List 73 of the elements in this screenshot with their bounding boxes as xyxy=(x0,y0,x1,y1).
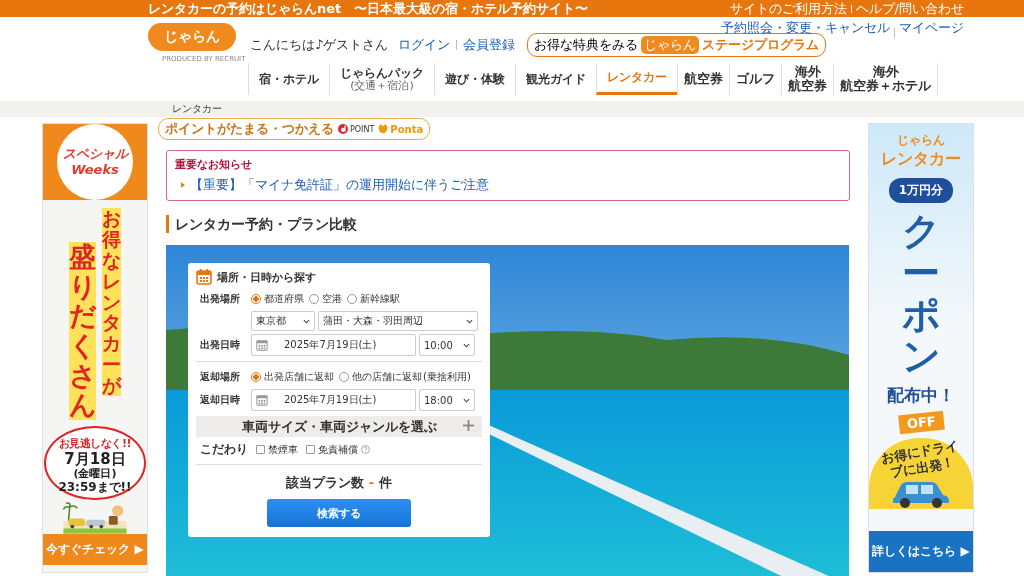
calendar-icon xyxy=(256,394,268,406)
calendar-icon xyxy=(196,269,212,285)
banner-slogan: お得にドライブに出発！ xyxy=(878,436,961,483)
checkbox-label[interactable]: 禁煙車 xyxy=(268,442,298,457)
date-field[interactable]: 2025年7月19日(土) xyxy=(251,334,416,356)
points-badge[interactable]: ポイントがたまる・つかえる POINT Ponta xyxy=(158,118,431,140)
time-select[interactable]: 18:00 xyxy=(419,389,475,411)
site-tagline: レンタカーの予約はじゃらんnet 〜日本最大級の宿・ホテル予約サイト〜 xyxy=(148,0,589,18)
prefecture-select[interactable]: 東京都 xyxy=(251,311,315,331)
page-title: レンタカー予約・プラン比較 xyxy=(166,215,850,233)
caret-icon xyxy=(303,318,310,324)
caret-icon xyxy=(463,342,470,348)
panel-title: 場所・日時から探す xyxy=(217,269,316,285)
campaign-logo: スペシャル Weeks xyxy=(57,124,133,200)
notice-title: 重要なお知らせ xyxy=(175,157,253,172)
banner-headline: クーポン xyxy=(902,211,940,379)
d-logo-icon xyxy=(338,124,348,134)
nav-tab[interactable]: ゴルフ xyxy=(729,63,781,95)
checkbox-label[interactable]: 免責補償 xyxy=(318,442,358,457)
radio-label[interactable]: 出発店舗に返却 xyxy=(264,369,334,384)
notice-link[interactable]: 【重要】「マイナ免許証」の運用開始に伴うご注意 xyxy=(190,176,489,194)
caret-icon xyxy=(463,397,470,403)
radio-label[interactable]: 都道府県 xyxy=(264,291,304,306)
account-link[interactable]: マイページ xyxy=(899,19,964,37)
nav-tab[interactable]: 航空券 xyxy=(677,63,729,95)
car-icon xyxy=(890,479,952,510)
field-label: 返却日時 xyxy=(199,393,241,407)
off-ticket: OFF xyxy=(897,410,945,435)
option-note: (乗捨利用) xyxy=(423,369,471,384)
account-link[interactable]: 会員登録 xyxy=(463,36,516,54)
search-button[interactable]: 検索する xyxy=(267,499,411,527)
radio-button[interactable] xyxy=(251,293,261,304)
cat-face-icon xyxy=(378,124,389,134)
checkbox[interactable] xyxy=(306,445,315,454)
nav-tab[interactable]: 海外 航空券 xyxy=(781,63,833,95)
radio-label[interactable]: 新幹線駅 xyxy=(360,291,400,306)
nav-tab[interactable]: 遊び・体験 xyxy=(434,63,515,95)
triangle-icon xyxy=(181,182,185,188)
banner-headline: お得なレンタカーが xyxy=(102,208,121,396)
breadcrumb-link[interactable]: レンタカー xyxy=(172,102,222,116)
nav-tab[interactable]: 宿・ホテル xyxy=(248,63,329,95)
nav-tab[interactable]: 海外 航空券＋ホテル xyxy=(833,63,938,95)
greeting-text: こんにちは♪ゲストさん xyxy=(250,36,389,54)
plan-count: 該当プラン数 - 件 xyxy=(286,474,392,492)
caret-icon xyxy=(466,318,473,324)
calendar-icon xyxy=(256,339,268,351)
area-select[interactable]: 蒲田・大森・羽田周辺 xyxy=(318,311,478,331)
details-button[interactable]: 詳しくはこちら ▶ xyxy=(869,531,973,572)
field-label: 出発日時 xyxy=(199,338,241,352)
radio-button[interactable] xyxy=(309,293,319,304)
promo-banner[interactable]: じゃらん レンタカー 1万円分 クーポン 配布中！ OFF お得にドライブに出発！ 詳しくはこちら ▶ xyxy=(868,123,974,573)
field-label: 返却場所 xyxy=(199,369,241,384)
amount-badge: 1万円分 xyxy=(888,178,954,203)
radio-label[interactable]: 空港 xyxy=(322,291,342,306)
account-link[interactable]: ログイン xyxy=(398,36,451,54)
checkbox[interactable] xyxy=(256,445,265,454)
banner-title: レンタカー xyxy=(881,149,961,170)
date-field[interactable]: 2025年7月19日(土) xyxy=(251,389,416,411)
nav-tab[interactable]: じゃらんパック (交通＋宿泊) xyxy=(329,63,434,95)
field-label: こだわり xyxy=(199,441,248,458)
brand-logo: じゃらん xyxy=(897,132,945,149)
deadline-badge: お見逃しなく!! 7月18日 (金曜日) 23:59まで!! xyxy=(44,426,146,501)
banner-subheadline: 配布中！ xyxy=(887,384,955,408)
radio-button[interactable] xyxy=(347,293,357,304)
time-select[interactable]: 10:00 xyxy=(419,334,475,356)
nav-tab[interactable]: 観光ガイド xyxy=(515,63,596,95)
stage-program-button[interactable]: お得な特典をみる じゃらん ステージプログラム xyxy=(527,33,827,57)
radio-button[interactable] xyxy=(251,371,261,382)
help-icon[interactable] xyxy=(361,445,370,454)
radio-label[interactable]: 他の店舗に返却 xyxy=(352,369,422,384)
vehicle-options-toggle[interactable]: 車両サイズ・車両ジャンルを選ぶ xyxy=(196,416,482,437)
field-label: 出発場所 xyxy=(199,291,241,306)
radio-button[interactable] xyxy=(339,371,349,382)
